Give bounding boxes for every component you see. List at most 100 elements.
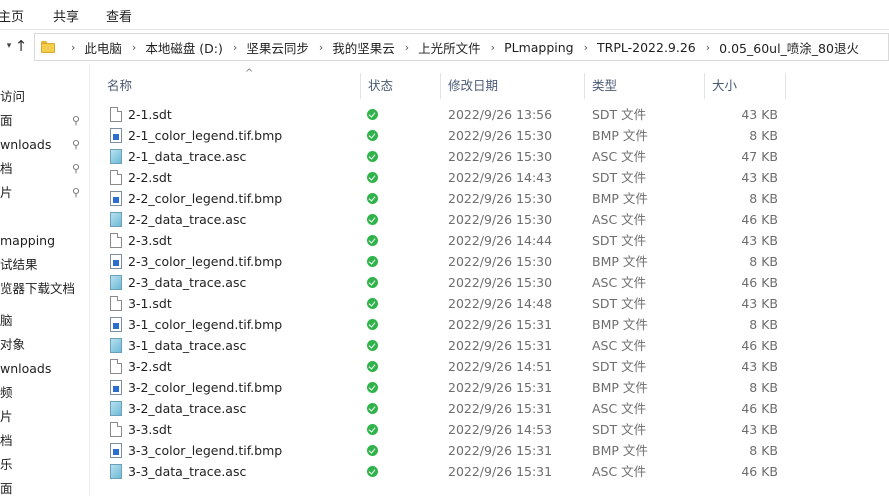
nav-item[interactable]: 面 ⚲ xyxy=(0,110,90,132)
sync-status-check-icon xyxy=(367,109,378,120)
pin-icon[interactable]: ⚲ xyxy=(72,182,80,204)
sync-status-check-icon xyxy=(367,130,378,141)
file-name: 3-3_data_trace.asc xyxy=(128,464,247,479)
column-divider[interactable] xyxy=(360,73,361,99)
breadcrumb-separator-icon[interactable]: › xyxy=(132,41,136,54)
file-type: SDT 文件 xyxy=(592,359,647,374)
file-row[interactable]: 3-2.sdt 2022/9/26 14:51 SDT 文件 43 KB xyxy=(90,356,780,377)
sync-status-check-icon xyxy=(367,151,378,162)
breadcrumb-separator-icon[interactable]: › xyxy=(71,41,75,54)
file-row[interactable]: 3-1_data_trace.asc 2022/9/26 15:31 ASC 文件 4… xyxy=(90,335,780,356)
file-row[interactable]: 3-3.sdt 2022/9/26 14:53 SDT 文件 43 KB xyxy=(90,419,780,440)
file-name: 2-1_color_legend.tif.bmp xyxy=(128,128,283,143)
sync-status-check-icon xyxy=(367,172,378,183)
nav-item[interactable]: 面 xyxy=(0,478,90,496)
breadcrumb-separator-icon[interactable]: › xyxy=(405,41,409,54)
file-type: BMP 文件 xyxy=(592,254,648,269)
file-name: 3-2_data_trace.asc xyxy=(128,401,247,416)
address-bar[interactable]: › 此电脑 › 本地磁盘 (D:) › 坚果云同步 › 我的坚果云 › 上光所文件 › PLmappi… xyxy=(34,33,889,61)
pin-icon[interactable]: ⚲ xyxy=(72,158,80,180)
column-header-modified[interactable]: 修改日期 xyxy=(448,73,498,99)
nav-item[interactable]: 试结果 xyxy=(0,254,90,276)
file-row[interactable]: 2-3_data_trace.asc 2022/9/26 15:30 ASC 文件 4… xyxy=(90,272,780,293)
file-date-modified: 2022/9/26 15:30 xyxy=(448,191,553,206)
breadcrumb-separator-icon[interactable]: › xyxy=(584,41,588,54)
navigation-pane: 访问面 ⚲ wnloads ⚲ 档 ⚲ 片 ⚲ mapping 试结果 览器下载文档脑对象 wnloa… xyxy=(0,86,90,496)
nav-item[interactable]: 档 xyxy=(0,430,90,452)
nav-item[interactable]: 访问 xyxy=(0,86,90,108)
file-date-modified: 2022/9/26 14:51 xyxy=(448,359,553,374)
file-type: ASC 文件 xyxy=(592,401,647,416)
nav-item[interactable]: 乐 xyxy=(0,454,90,476)
file-row[interactable]: 2-1_color_legend.tif.bmp 2022/9/26 15:30 B… xyxy=(90,125,780,146)
nav-item-label: 片 xyxy=(0,409,13,424)
file-row[interactable]: 3-2_color_legend.tif.bmp 2022/9/26 15:31 B… xyxy=(90,377,780,398)
pin-icon[interactable]: ⚲ xyxy=(72,134,80,156)
file-row[interactable]: 2-3.sdt 2022/9/26 14:44 SDT 文件 43 KB xyxy=(90,230,780,251)
file-row[interactable]: 2-2_data_trace.asc 2022/9/26 15:30 ASC 文件 4… xyxy=(90,209,780,230)
file-row[interactable]: 2-2_color_legend.tif.bmp 2022/9/26 15:30 B… xyxy=(90,188,780,209)
tab-share[interactable]: 共享 xyxy=(53,6,79,25)
file-row[interactable]: 2-2.sdt 2022/9/26 14:43 SDT 文件 43 KB xyxy=(90,167,780,188)
nav-item[interactable]: 览器下载文档 xyxy=(0,278,90,300)
breadcrumb-item[interactable]: 本地磁盘 (D:) xyxy=(145,38,223,57)
file-type: BMP 文件 xyxy=(592,317,648,332)
file-row[interactable]: 3-2_data_trace.asc 2022/9/26 15:31 ASC 文件 4… xyxy=(90,398,780,419)
column-header-type[interactable]: 类型 xyxy=(592,73,617,99)
nav-item-label: 面 xyxy=(0,481,13,496)
tab-home[interactable]: 主页 xyxy=(0,6,24,25)
file-size: 43 KB xyxy=(741,233,778,248)
file-type: SDT 文件 xyxy=(592,296,647,311)
file-date-modified: 2022/9/26 15:30 xyxy=(448,212,553,227)
breadcrumb-item[interactable]: PLmapping xyxy=(504,40,574,55)
file-row[interactable]: 3-1_color_legend.tif.bmp 2022/9/26 15:31 B… xyxy=(90,314,780,335)
file-row[interactable]: 3-3_color_legend.tif.bmp 2022/9/26 15:31 B… xyxy=(90,440,780,461)
breadcrumb-separator-icon[interactable]: › xyxy=(706,41,710,54)
file-date-modified: 2022/9/26 14:53 xyxy=(448,422,553,437)
column-divider[interactable] xyxy=(785,73,786,99)
nav-item[interactable]: 脑 xyxy=(0,310,90,332)
sync-status-check-icon xyxy=(367,319,378,330)
arrow-up-icon[interactable]: ↑ xyxy=(12,34,30,58)
nav-item[interactable]: 片 ⚲ xyxy=(0,182,90,204)
breadcrumb-item[interactable]: 0.05_60ul_喷涂_80退火 xyxy=(719,38,859,57)
column-divider[interactable] xyxy=(584,73,585,99)
file-row[interactable]: 2-3_color_legend.tif.bmp 2022/9/26 15:30 B… xyxy=(90,251,780,272)
breadcrumb-separator-icon[interactable]: › xyxy=(233,41,237,54)
breadcrumb-item[interactable]: TRPL-2022.9.26 xyxy=(597,40,696,55)
column-divider[interactable] xyxy=(704,73,705,99)
column-divider[interactable] xyxy=(440,73,441,99)
file-type: BMP 文件 xyxy=(592,380,648,395)
nav-item-label: 乐 xyxy=(0,457,13,472)
file-row[interactable]: 2-1.sdt 2022/9/26 13:56 SDT 文件 43 KB xyxy=(90,104,780,125)
nav-item[interactable]: wnloads xyxy=(0,358,90,380)
file-date-modified: 2022/9/26 15:31 xyxy=(448,317,553,332)
breadcrumb-item[interactable]: 上光所文件 xyxy=(418,38,481,57)
nav-item[interactable]: 对象 xyxy=(0,334,90,356)
tab-view[interactable]: 查看 xyxy=(106,6,132,25)
nav-item[interactable]: mapping xyxy=(0,230,90,252)
sync-status-check-icon xyxy=(367,298,378,309)
file-name: 3-1_color_legend.tif.bmp xyxy=(128,317,283,332)
breadcrumb-separator-icon[interactable]: › xyxy=(319,41,323,54)
nav-item[interactable]: wnloads ⚲ xyxy=(0,134,90,156)
file-row[interactable]: 3-1.sdt 2022/9/26 14:48 SDT 文件 43 KB xyxy=(90,293,780,314)
column-header-size[interactable]: 大小 xyxy=(712,73,737,99)
nav-item[interactable]: 档 ⚲ xyxy=(0,158,90,180)
file-row[interactable]: 3-3_data_trace.asc 2022/9/26 15:31 ASC 文件 4… xyxy=(90,461,780,482)
nav-item[interactable]: 片 xyxy=(0,406,90,428)
file-name: 2-3_color_legend.tif.bmp xyxy=(128,254,283,269)
column-header-status[interactable]: 状态 xyxy=(368,73,393,99)
file-row[interactable]: 2-1_data_trace.asc 2022/9/26 15:30 ASC 文件 4… xyxy=(90,146,780,167)
breadcrumb-item[interactable]: 我的坚果云 xyxy=(332,38,395,57)
file-type: BMP 文件 xyxy=(592,128,648,143)
column-name-label: 名称 xyxy=(107,78,133,93)
breadcrumb-item[interactable]: 此电脑 xyxy=(84,38,122,57)
file-name: 3-2.sdt xyxy=(128,359,172,374)
breadcrumb-separator-icon[interactable]: › xyxy=(491,41,495,54)
nav-item[interactable]: 频 xyxy=(0,382,90,404)
file-name: 2-3_data_trace.asc xyxy=(128,275,247,290)
column-header-name[interactable]: 名称 ^ xyxy=(107,68,253,99)
breadcrumb-item[interactable]: 坚果云同步 xyxy=(246,38,309,57)
pin-icon[interactable]: ⚲ xyxy=(72,110,80,132)
